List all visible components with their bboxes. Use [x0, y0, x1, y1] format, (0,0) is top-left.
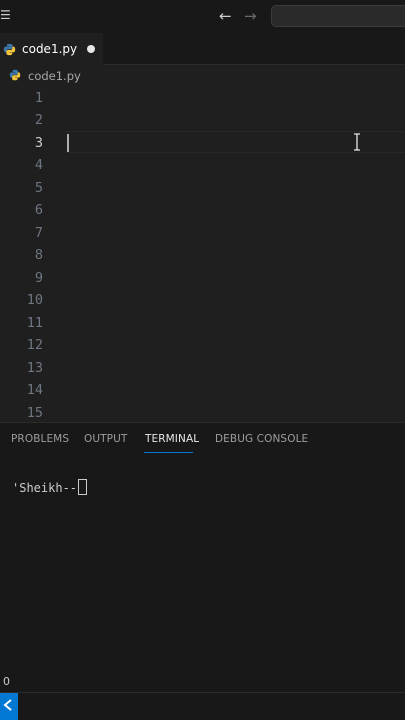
line-number: 7	[34, 225, 43, 241]
line-number: 2	[34, 112, 43, 128]
line-number: 4	[34, 157, 43, 173]
python-icon	[9, 69, 21, 81]
line-number: 8	[34, 247, 43, 263]
panel-tab-output[interactable]: OUTPUT	[84, 433, 127, 445]
panel-tab-terminal[interactable]: TERMINAL	[145, 433, 199, 445]
status-bar	[0, 692, 405, 720]
editor-tab-bar: code1.py	[0, 33, 405, 65]
line-number: 15	[26, 405, 43, 421]
arrow-left-icon[interactable]: ←	[219, 7, 232, 25]
python-icon	[3, 43, 16, 56]
breadcrumb: code1.py	[0, 65, 405, 87]
terminal-text: 'Sheikh--	[12, 481, 78, 495]
line-number: 14	[26, 382, 43, 398]
line-number: 6	[34, 202, 43, 218]
remote-button[interactable]	[0, 693, 18, 720]
line-number: 10	[26, 292, 43, 308]
unsaved-dot-icon[interactable]	[87, 45, 95, 53]
breadcrumb-file[interactable]: code1.py	[28, 69, 81, 83]
line-number: 12	[26, 337, 43, 353]
line-number-active: 3	[34, 135, 43, 151]
terminal-line[interactable]: 'Sheikh--	[12, 479, 88, 495]
panel-tab-problems[interactable]: PROBLEMS	[11, 433, 69, 445]
text-cursor	[67, 134, 69, 152]
terminal-cursor	[78, 479, 88, 495]
remote-icon	[3, 699, 12, 711]
ibeam-cursor-icon	[354, 133, 360, 151]
command-center-search[interactable]	[271, 5, 405, 27]
line-number: 13	[26, 360, 43, 376]
title-bar: ☰ ← →	[0, 0, 405, 33]
tab-code1-py[interactable]: code1.py	[0, 33, 103, 65]
line-number: 5	[34, 180, 43, 196]
line-number: 11	[26, 315, 43, 331]
line-number: 1	[34, 90, 43, 106]
tab-label: code1.py	[22, 42, 78, 56]
bottom-panel: PROBLEMS OUTPUT TERMINAL DEBUG CONSOLE '…	[0, 422, 405, 692]
code-editor[interactable]: 1 2 3 4 5 6 7 8 9 10 11 12 13 14 15	[0, 87, 405, 422]
status-count: 0	[3, 675, 10, 688]
panel-tab-debug-console[interactable]: DEBUG CONSOLE	[215, 433, 308, 445]
menu-icon[interactable]: ☰	[0, 8, 11, 22]
line-number: 9	[34, 270, 43, 286]
active-tab-indicator	[144, 452, 193, 453]
arrow-right-icon[interactable]: →	[244, 7, 257, 25]
